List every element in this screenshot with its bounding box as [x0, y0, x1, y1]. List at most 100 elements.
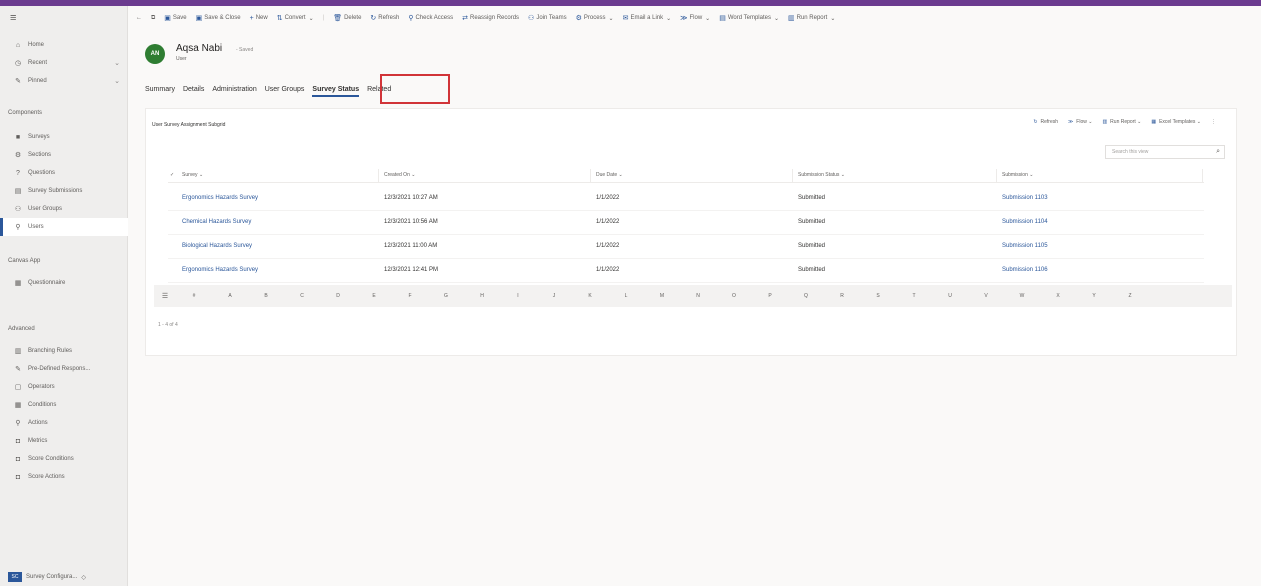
alphabet-letter[interactable]: #	[176, 293, 212, 299]
word-templates-button[interactable]: ▤ Word Templates ⌄	[719, 14, 779, 22]
table-row[interactable]: Ergonomics Hazards Survey 12/3/2021 12:4…	[168, 259, 1204, 283]
popout-button[interactable]: ⧉	[151, 15, 155, 22]
sidebar-item-users[interactable]: ⚲ Users	[0, 218, 128, 236]
alphabet-letter[interactable]: W	[1004, 293, 1040, 299]
alphabet-letter[interactable]: U	[932, 293, 968, 299]
submission-link[interactable]: Submission 1106	[1002, 267, 1048, 273]
sidebar-item-user-groups[interactable]: ⚇ User Groups	[0, 200, 128, 218]
table-row[interactable]: Biological Hazards Survey 12/3/2021 11:0…	[168, 235, 1204, 259]
filter-list-icon[interactable]: ☰	[154, 292, 176, 300]
alphabet-letter[interactable]: P	[752, 293, 788, 299]
alphabet-letter[interactable]: T	[896, 293, 932, 299]
column-header-submission[interactable]: Submission ⌄	[1002, 172, 1033, 178]
column-header-created-on[interactable]: Created On ⌄	[384, 172, 415, 178]
convert-button[interactable]: ⇅ Convert ⌄	[277, 14, 314, 22]
sidebar-item-questionnaire[interactable]: ▦ Questionnaire	[0, 274, 128, 292]
survey-link[interactable]: Ergonomics Hazards Survey	[182, 195, 258, 201]
hamburger-menu-icon[interactable]: ≡	[10, 12, 16, 24]
sidebar-item-pinned[interactable]: ✎ Pinned ⌄	[0, 72, 128, 90]
alphabet-letter[interactable]: V	[968, 293, 1004, 299]
alphabet-letter[interactable]: F	[392, 293, 428, 299]
column-divider[interactable]	[996, 169, 997, 183]
column-header-survey[interactable]: Survey ⌄	[182, 172, 203, 178]
subgrid-refresh-button[interactable]: ↻ Refresh	[1033, 119, 1058, 125]
column-header-due-date[interactable]: Due Date ⌄	[596, 172, 623, 178]
refresh-button[interactable]: ↻ Refresh	[370, 14, 399, 22]
subgrid-search-input[interactable]: Search this view ⌕	[1105, 145, 1225, 159]
check-access-button[interactable]: ⚲ Check Access	[408, 14, 453, 22]
alphabet-letter[interactable]: D	[320, 293, 356, 299]
submission-link[interactable]: Submission 1105	[1002, 243, 1048, 249]
column-divider[interactable]	[1202, 169, 1203, 183]
sidebar-item-home[interactable]: ⌂ Home	[0, 36, 128, 54]
process-button[interactable]: ⚙ Process ⌄	[576, 14, 614, 22]
alphabet-letter[interactable]: J	[536, 293, 572, 299]
more-commands-icon[interactable]: ⋮	[1211, 119, 1216, 125]
subgrid-excel-templates-button[interactable]: ▦ Excel Templates ⌄	[1151, 119, 1201, 125]
submission-link[interactable]: Submission 1103	[1002, 195, 1048, 201]
column-header-submission-status[interactable]: Submission Status ⌄	[798, 172, 845, 178]
column-divider[interactable]	[792, 169, 793, 183]
new-button[interactable]: + New	[250, 15, 268, 22]
alphabet-letter[interactable]: B	[248, 293, 284, 299]
sidebar-item-questions[interactable]: ? Questions	[0, 164, 128, 182]
table-row[interactable]: Chemical Hazards Survey 12/3/2021 10:56 …	[168, 211, 1204, 235]
subgrid-flow-button[interactable]: ≫ Flow ⌄	[1068, 119, 1092, 125]
flow-button[interactable]: ≫ Flow ⌄	[680, 14, 710, 22]
table-row[interactable]: Ergonomics Hazards Survey 12/3/2021 10:2…	[168, 187, 1204, 211]
alphabet-letter[interactable]: E	[356, 293, 392, 299]
sidebar-item-recent[interactable]: ◷ Recent ⌄	[0, 54, 128, 72]
sidebar-item-branching-rules[interactable]: ▥ Branching Rules	[0, 342, 128, 360]
alphabet-letter[interactable]: I	[500, 293, 536, 299]
reassign-records-button[interactable]: ⇄ Reassign Records	[462, 14, 519, 22]
search-icon[interactable]: ⌕	[1216, 148, 1220, 156]
alphabet-letter[interactable]: M	[644, 293, 680, 299]
sidebar-item-survey-submissions[interactable]: ▤ Survey Submissions	[0, 182, 128, 200]
sidebar-item-score-conditions[interactable]: ◘ Score Conditions	[0, 450, 128, 468]
email-link-button[interactable]: ✉ Email a Link ⌄	[623, 14, 672, 22]
delete-button[interactable]: 🗑 Delete	[333, 14, 361, 22]
alphabet-letter[interactable]: Z	[1112, 293, 1148, 299]
alphabet-letter[interactable]: A	[212, 293, 248, 299]
alphabet-letter[interactable]: Y	[1076, 293, 1112, 299]
sidebar-item-surveys[interactable]: ■ Surveys	[0, 128, 128, 146]
survey-link[interactable]: Chemical Hazards Survey	[182, 219, 251, 225]
sidebar-item-score-actions[interactable]: ◘ Score Actions	[0, 468, 128, 486]
alphabet-letter[interactable]: G	[428, 293, 464, 299]
column-divider[interactable]	[590, 169, 591, 183]
run-report-button[interactable]: ▥ Run Report ⌄	[788, 14, 835, 22]
subgrid-run-report-button[interactable]: ▥ Run Report ⌄	[1102, 119, 1141, 125]
app-area-switcher[interactable]: SC Survey Configura... ◇	[8, 572, 86, 582]
save-button[interactable]: ▣ Save	[164, 14, 186, 22]
survey-link[interactable]: Ergonomics Hazards Survey	[182, 267, 258, 273]
join-teams-button[interactable]: ⚇ Join Teams	[528, 14, 567, 22]
sidebar-item-operators[interactable]: ▢ Operators	[0, 378, 128, 396]
alphabet-letter[interactable]: C	[284, 293, 320, 299]
survey-link[interactable]: Biological Hazards Survey	[182, 243, 252, 249]
tab-administration[interactable]: Administration	[212, 86, 256, 93]
alphabet-letter[interactable]: S	[860, 293, 896, 299]
save-close-button[interactable]: ▣ Save & Close	[196, 14, 241, 22]
sidebar-item-actions[interactable]: ⚲ Actions	[0, 414, 128, 432]
submission-link[interactable]: Submission 1104	[1002, 219, 1048, 225]
alphabet-letter[interactable]: R	[824, 293, 860, 299]
clock-icon: ◷	[14, 60, 22, 67]
alphabet-letter[interactable]: X	[1040, 293, 1076, 299]
back-button[interactable]: ←	[136, 15, 142, 21]
alphabet-letter[interactable]: N	[680, 293, 716, 299]
alphabet-letter[interactable]: H	[464, 293, 500, 299]
alphabet-letter[interactable]: K	[572, 293, 608, 299]
alphabet-letter[interactable]: L	[608, 293, 644, 299]
tab-details[interactable]: Details	[183, 86, 204, 93]
sidebar-item-sections[interactable]: ⚙ Sections	[0, 146, 128, 164]
tab-survey-status[interactable]: Survey Status	[312, 86, 359, 97]
sidebar-item-conditions[interactable]: ▦ Conditions	[0, 396, 128, 414]
column-divider[interactable]	[378, 169, 379, 183]
tab-summary[interactable]: Summary	[145, 86, 175, 93]
sidebar-item-metrics[interactable]: ◘ Metrics	[0, 432, 128, 450]
select-all-checkbox[interactable]: ✓	[170, 172, 174, 178]
alphabet-letter[interactable]: Q	[788, 293, 824, 299]
alphabet-letter[interactable]: O	[716, 293, 752, 299]
sidebar-item-predefined-responses[interactable]: ✎ Pre-Defined Respons...	[0, 360, 128, 378]
tab-user-groups[interactable]: User Groups	[265, 86, 305, 93]
